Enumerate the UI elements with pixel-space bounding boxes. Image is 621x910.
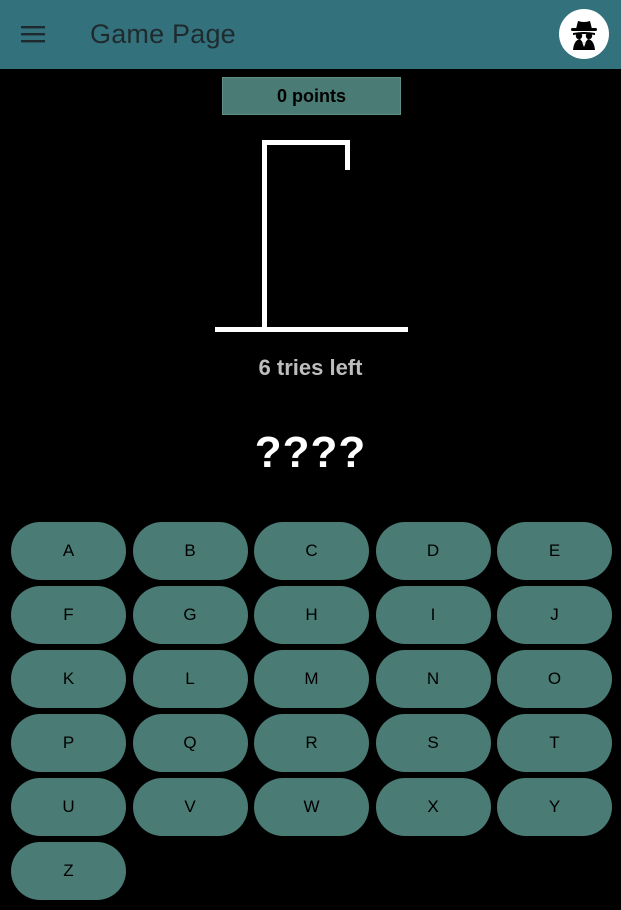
gallows-drawing [215,140,408,332]
letter-key-q[interactable]: Q [132,714,248,772]
letter-key-i[interactable]: I [375,586,491,644]
letter-key-j[interactable]: J [497,586,612,644]
gallows-post [262,140,267,330]
letter-key-e[interactable]: E [497,522,612,580]
letter-key-c[interactable]: C [254,522,369,580]
letter-key-t[interactable]: T [497,714,612,772]
gallows-base [215,327,408,332]
letter-key-x[interactable]: X [375,778,491,836]
hidden-word: ???? [254,428,367,477]
avatar-button[interactable] [559,9,609,59]
letter-key-o[interactable]: O [497,650,612,708]
app-bar: Game Page [0,0,621,69]
letter-key-v[interactable]: V [132,778,248,836]
letter-key-n[interactable]: N [375,650,491,708]
gallows-rope [345,140,350,170]
score-display: 0 points [222,77,401,115]
letter-key-h[interactable]: H [254,586,369,644]
tries-left-label: 6 tries left [258,355,363,380]
letter-key-a[interactable]: A [11,522,126,580]
letter-key-d[interactable]: D [375,522,491,580]
letter-key-m[interactable]: M [254,650,369,708]
gallows-beam [262,140,350,145]
letter-key-z[interactable]: Z [11,842,126,900]
letter-key-g[interactable]: G [132,586,248,644]
letter-key-s[interactable]: S [375,714,491,772]
menu-button[interactable] [14,14,54,54]
letter-keyboard: ABCDE FGHIJ KLMNO PQRST UVWXY Z [11,522,612,900]
letter-key-r[interactable]: R [254,714,369,772]
letter-key-u[interactable]: U [11,778,126,836]
incognito-spy-icon [571,21,597,50]
page-title: Game Page [90,19,236,49]
hamburger-menu-icon [21,26,45,43]
letter-key-b[interactable]: B [132,522,248,580]
letter-key-w[interactable]: W [254,778,369,836]
letter-key-k[interactable]: K [11,650,126,708]
letter-key-l[interactable]: L [132,650,248,708]
letter-key-y[interactable]: Y [497,778,612,836]
letter-key-f[interactable]: F [11,586,126,644]
letter-key-p[interactable]: P [11,714,126,772]
